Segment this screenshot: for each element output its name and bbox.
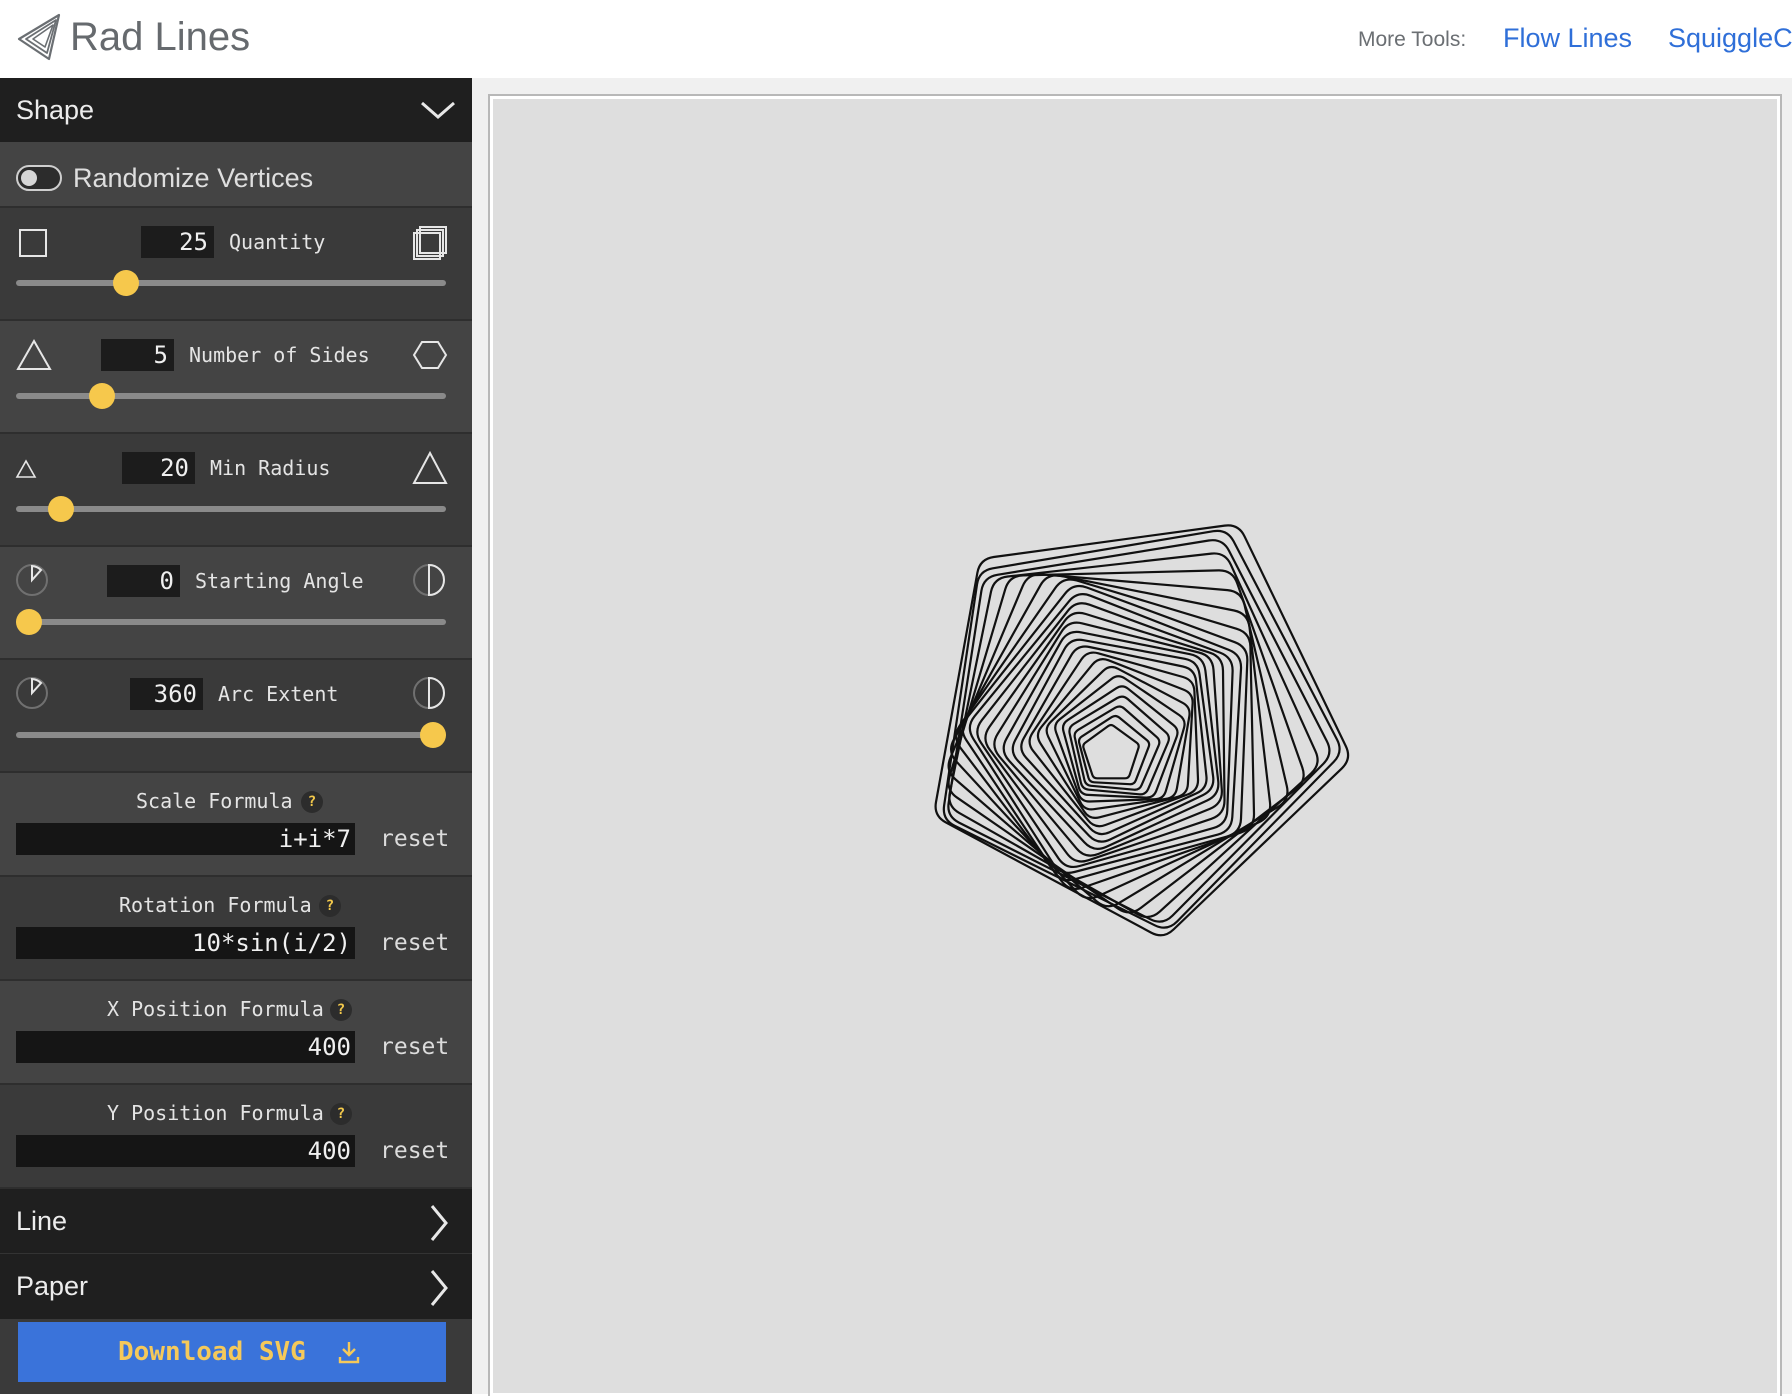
- x-position-formula-control: X Position Formula ? 400 reset: [0, 981, 472, 1085]
- squiggle-link[interactable]: SquiggleC: [1668, 20, 1792, 56]
- chevron-down-icon: [421, 101, 455, 119]
- arc-extent-label: Arc Extent: [218, 682, 339, 706]
- starting-angle-control: 0 Starting Angle: [0, 547, 472, 660]
- y-position-formula-input[interactable]: 400: [16, 1135, 355, 1167]
- number-of-sides-control: 5 Number of Sides: [0, 321, 472, 434]
- angle-half-icon[interactable]: [412, 563, 446, 597]
- rad-lines-artwork: [934, 524, 1350, 937]
- large-triangle-icon[interactable]: [412, 450, 448, 486]
- x-position-formula-help-icon[interactable]: ?: [330, 999, 352, 1021]
- min-radius-label: Min Radius: [210, 456, 331, 480]
- hexagon-icon[interactable]: [412, 339, 448, 371]
- min-radius-slider-track[interactable]: [16, 506, 446, 512]
- line-section-header[interactable]: Line: [0, 1189, 472, 1254]
- quantity-value[interactable]: 25: [141, 226, 214, 258]
- arc-extent-control: 360 Arc Extent: [0, 660, 472, 773]
- quantity-label: Quantity: [229, 230, 326, 254]
- y-position-formula-reset-button[interactable]: reset: [380, 1135, 449, 1167]
- scale-formula-label: Scale Formula: [136, 789, 293, 813]
- min-radius-control: 20 Min Radius: [0, 434, 472, 547]
- quantity-slider-thumb[interactable]: [112, 270, 139, 296]
- starting-angle-value[interactable]: 0: [107, 565, 180, 597]
- pentagon-line: [934, 524, 1350, 937]
- x-position-formula-input[interactable]: 400: [16, 1031, 355, 1063]
- angle-small-icon[interactable]: [15, 563, 49, 597]
- min-radius-slider-thumb[interactable]: [48, 496, 75, 522]
- more-tools-label: More Tools:: [1358, 28, 1467, 51]
- arc-small-icon[interactable]: [15, 676, 49, 710]
- stacked-squares-icon[interactable]: [412, 225, 448, 261]
- sidebar: Shape Randomize Vertices 25 Quantity 5 N…: [0, 78, 472, 1394]
- arc-extent-slider-thumb[interactable]: [420, 722, 446, 748]
- rad-lines-logo[interactable]: [16, 12, 62, 62]
- starting-angle-slider-thumb[interactable]: [16, 609, 42, 635]
- randomize-vertices-row: Randomize Vertices: [0, 142, 472, 208]
- shape-section-header[interactable]: Shape: [0, 78, 472, 142]
- y-position-formula-help-icon[interactable]: ?: [330, 1103, 352, 1125]
- app-header: Rad Lines More Tools: Flow Lines Squiggl…: [0, 0, 1792, 78]
- y-position-formula-label: Y Position Formula: [107, 1101, 324, 1125]
- scale-formula-reset-button[interactable]: reset: [380, 823, 449, 855]
- scale-formula-control: Scale Formula ? i+i*7 reset: [0, 773, 472, 877]
- chevron-right-icon: [430, 1270, 448, 1306]
- toggle-knob: [21, 170, 37, 186]
- pentagon-line: [955, 578, 1256, 890]
- arc-extent-value[interactable]: 360: [130, 678, 203, 710]
- min-radius-value[interactable]: 20: [122, 452, 195, 484]
- small-triangle-icon[interactable]: [15, 458, 37, 480]
- number-of-sides-slider-thumb[interactable]: [88, 383, 115, 409]
- line-section-label: Line: [16, 1206, 68, 1236]
- number-of-sides-value[interactable]: 5: [101, 339, 174, 371]
- rotation-formula-reset-button[interactable]: reset: [380, 927, 449, 959]
- download-svg-label: Download SVG: [118, 1337, 306, 1367]
- number-of-sides-label: Number of Sides: [189, 343, 370, 367]
- arc-extent-slider-track[interactable]: [16, 732, 446, 738]
- chevron-right-icon: [430, 1205, 448, 1241]
- x-position-formula-reset-button[interactable]: reset: [380, 1031, 449, 1063]
- flow-lines-link[interactable]: Flow Lines: [1503, 20, 1632, 56]
- x-position-formula-label: X Position Formula: [107, 997, 324, 1021]
- y-position-formula-control: Y Position Formula ? 400 reset: [0, 1085, 472, 1189]
- starting-angle-slider-track[interactable]: [16, 619, 446, 625]
- triangle-icon[interactable]: [16, 338, 52, 372]
- starting-angle-label: Starting Angle: [195, 569, 364, 593]
- rotation-formula-help-icon[interactable]: ?: [319, 895, 341, 917]
- pentagon-line: [993, 621, 1223, 857]
- rotation-formula-input[interactable]: 10*sin(i/2): [16, 927, 355, 959]
- download-icon: [338, 1342, 360, 1364]
- shape-section-label: Shape: [16, 95, 95, 125]
- paper-section-label: Paper: [16, 1271, 89, 1301]
- pentagon-line: [947, 569, 1305, 914]
- quantity-slider-track[interactable]: [16, 280, 446, 286]
- single-square-icon[interactable]: [18, 228, 48, 258]
- canvas-workspace: [472, 78, 1792, 1396]
- randomize-vertices-label: Randomize Vertices: [73, 163, 314, 193]
- scale-formula-input[interactable]: i+i*7: [16, 823, 355, 855]
- paper-section-header[interactable]: Paper: [0, 1254, 472, 1319]
- rotation-formula-label: Rotation Formula: [119, 893, 312, 917]
- number-of-sides-slider-track[interactable]: [16, 393, 446, 399]
- pentagon-line: [976, 602, 1234, 869]
- arc-half-icon[interactable]: [412, 676, 446, 710]
- randomize-vertices-toggle[interactable]: [16, 165, 62, 191]
- scale-formula-help-icon[interactable]: ?: [301, 791, 323, 813]
- app-title: Rad Lines: [70, 15, 251, 59]
- pentagon-line: [1082, 723, 1140, 780]
- quantity-control: 25 Quantity: [0, 208, 472, 321]
- paper-canvas[interactable]: [490, 96, 1780, 1396]
- download-svg-button[interactable]: Download SVG: [18, 1322, 446, 1382]
- rotation-formula-control: Rotation Formula ? 10*sin(i/2) reset: [0, 877, 472, 981]
- pentagon-line: [947, 539, 1331, 923]
